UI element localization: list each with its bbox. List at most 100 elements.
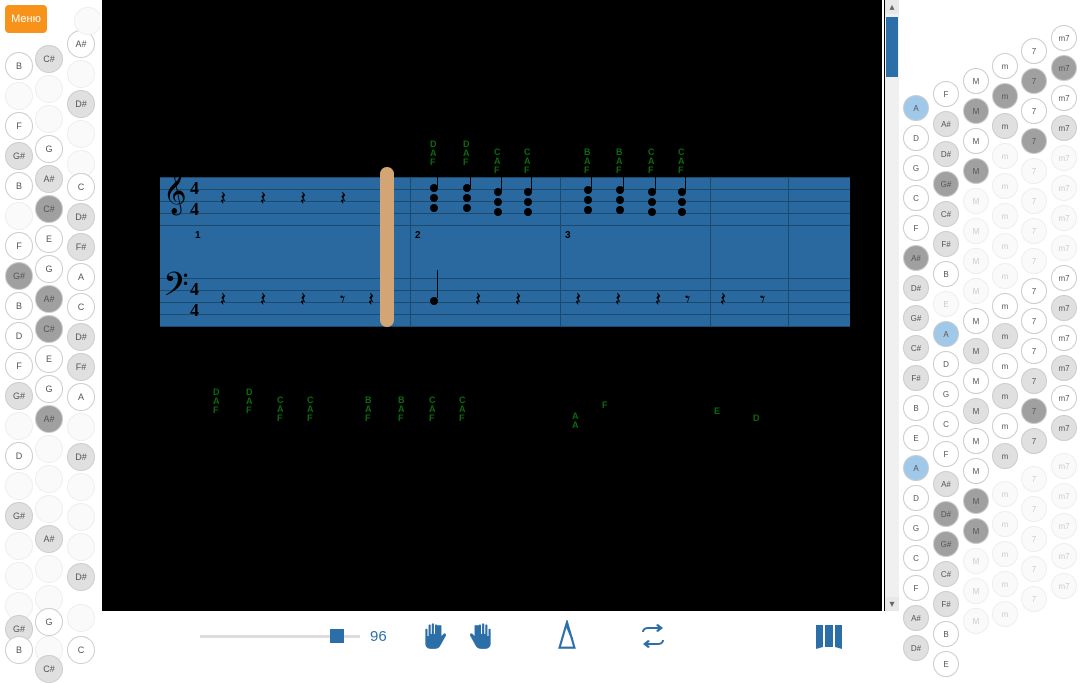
right-key[interactable]: m <box>992 83 1018 109</box>
right-key[interactable]: m7 <box>1051 25 1077 51</box>
right-key[interactable]: m <box>992 203 1018 229</box>
left-key[interactable]: A <box>67 263 95 291</box>
left-key[interactable]: C# <box>35 45 63 73</box>
right-key[interactable]: E <box>933 651 959 677</box>
vertical-scrollbar[interactable]: ▴ ▾ <box>885 0 899 611</box>
left-key[interactable] <box>35 435 63 463</box>
right-key[interactable]: C# <box>903 335 929 361</box>
right-key[interactable]: C# <box>933 201 959 227</box>
right-key[interactable]: M <box>963 248 989 274</box>
right-key[interactable]: E <box>933 291 959 317</box>
right-key[interactable]: 7 <box>1021 586 1047 612</box>
left-key[interactable]: G# <box>5 262 33 290</box>
right-key[interactable]: B <box>933 621 959 647</box>
right-key[interactable]: M <box>963 518 989 544</box>
left-key[interactable]: A# <box>35 285 63 313</box>
right-key[interactable]: m7 <box>1051 145 1077 171</box>
left-key[interactable] <box>5 82 33 110</box>
left-key[interactable] <box>5 412 33 440</box>
right-key[interactable]: m7 <box>1051 85 1077 111</box>
right-key[interactable]: m7 <box>1051 543 1077 569</box>
right-key[interactable]: m <box>992 143 1018 169</box>
right-key[interactable]: 7 <box>1021 338 1047 364</box>
right-key[interactable]: 7 <box>1021 556 1047 582</box>
right-key[interactable]: 7 <box>1021 158 1047 184</box>
left-key[interactable]: B <box>5 292 33 320</box>
right-key[interactable]: F# <box>903 365 929 391</box>
right-key[interactable]: m7 <box>1051 513 1077 539</box>
left-key[interactable]: F# <box>67 353 95 381</box>
right-key[interactable]: A <box>933 321 959 347</box>
loop-icon[interactable] <box>635 618 671 654</box>
right-key[interactable]: 7 <box>1021 526 1047 552</box>
left-key[interactable]: A <box>67 383 95 411</box>
right-key[interactable]: m7 <box>1051 55 1077 81</box>
right-key[interactable]: 7 <box>1021 128 1047 154</box>
right-key[interactable]: G# <box>933 171 959 197</box>
right-key[interactable]: B <box>903 395 929 421</box>
right-key[interactable]: M <box>963 428 989 454</box>
right-key[interactable]: A# <box>933 111 959 137</box>
right-key[interactable]: 7 <box>1021 466 1047 492</box>
right-key[interactable]: G# <box>933 531 959 557</box>
tempo-slider-thumb[interactable] <box>330 629 344 643</box>
right-key[interactable]: C# <box>933 561 959 587</box>
right-key[interactable]: m7 <box>1051 235 1077 261</box>
left-key[interactable] <box>35 495 63 523</box>
right-key[interactable]: m <box>992 263 1018 289</box>
left-key[interactable]: G <box>35 135 63 163</box>
right-key[interactable]: M <box>963 488 989 514</box>
left-key[interactable] <box>67 473 95 501</box>
left-key[interactable]: E <box>35 225 63 253</box>
right-key[interactable]: 7 <box>1021 98 1047 124</box>
playback-cursor[interactable] <box>380 167 394 327</box>
left-key[interactable]: E <box>35 345 63 373</box>
left-key[interactable]: D# <box>67 90 95 118</box>
left-key[interactable]: G <box>35 608 63 636</box>
left-key[interactable]: F <box>5 232 33 260</box>
left-key[interactable] <box>5 532 33 560</box>
right-key[interactable]: C <box>903 185 929 211</box>
right-key[interactable]: M <box>963 308 989 334</box>
right-key[interactable]: F# <box>933 231 959 257</box>
right-key[interactable]: 7 <box>1021 398 1047 424</box>
left-key[interactable] <box>5 202 33 230</box>
right-key[interactable]: D <box>933 351 959 377</box>
right-key[interactable]: G <box>903 515 929 541</box>
right-key[interactable]: D# <box>903 635 929 661</box>
right-key[interactable]: G <box>903 155 929 181</box>
right-key[interactable]: m7 <box>1051 573 1077 599</box>
right-key[interactable]: 7 <box>1021 278 1047 304</box>
right-key[interactable]: 7 <box>1021 188 1047 214</box>
right-key[interactable]: m <box>992 541 1018 567</box>
right-key[interactable]: M <box>963 278 989 304</box>
right-key[interactable]: F# <box>933 591 959 617</box>
left-key[interactable]: G <box>35 255 63 283</box>
right-key[interactable]: M <box>963 608 989 634</box>
right-key[interactable]: D# <box>933 141 959 167</box>
right-key[interactable]: F <box>933 81 959 107</box>
right-key[interactable]: F <box>933 441 959 467</box>
left-key[interactable]: A# <box>35 525 63 553</box>
right-key[interactable]: m7 <box>1051 175 1077 201</box>
left-key[interactable] <box>5 472 33 500</box>
right-key[interactable]: m7 <box>1051 325 1077 351</box>
right-key[interactable]: M <box>963 578 989 604</box>
right-key[interactable]: M <box>963 338 989 364</box>
left-key[interactable]: D# <box>67 563 95 591</box>
right-key[interactable]: M <box>963 68 989 94</box>
right-key[interactable]: D# <box>903 275 929 301</box>
right-key[interactable]: G# <box>903 305 929 331</box>
left-key[interactable] <box>35 555 63 583</box>
left-key[interactable] <box>74 7 102 35</box>
left-key[interactable]: G# <box>5 142 33 170</box>
left-key[interactable]: G <box>35 375 63 403</box>
right-key[interactable]: A# <box>903 605 929 631</box>
left-key[interactable]: D# <box>67 323 95 351</box>
right-key[interactable]: M <box>963 398 989 424</box>
left-key[interactable] <box>67 60 95 88</box>
left-key[interactable]: G# <box>5 382 33 410</box>
right-hand-icon[interactable] <box>463 618 499 654</box>
left-hand-icon[interactable] <box>417 618 453 654</box>
right-key[interactable]: A# <box>933 471 959 497</box>
